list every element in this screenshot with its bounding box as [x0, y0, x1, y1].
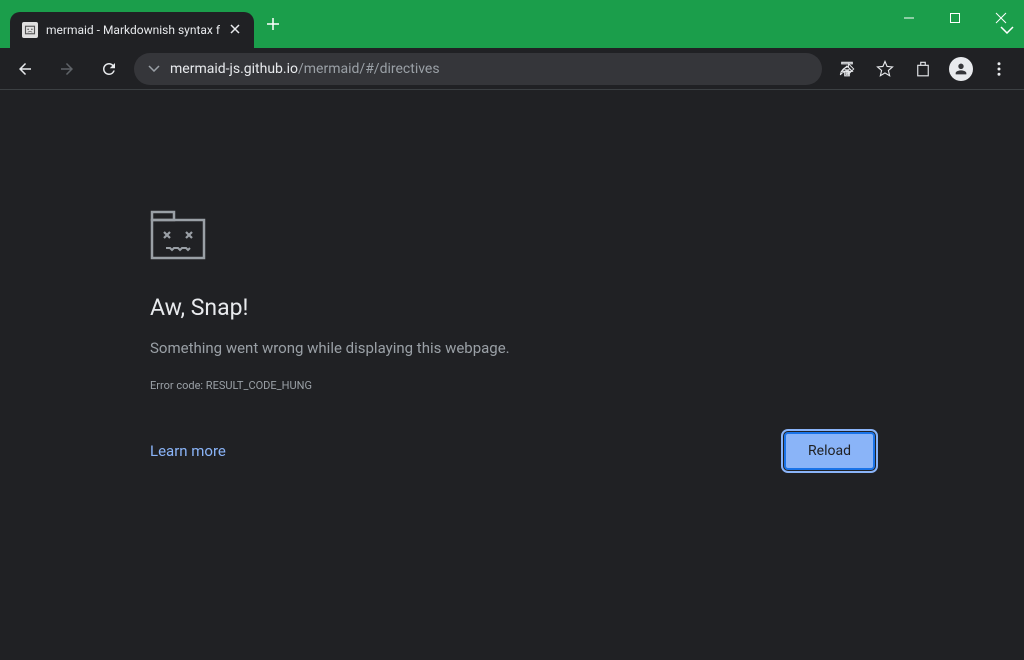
learn-more-link[interactable]: Learn more — [150, 442, 226, 460]
close-tab-icon[interactable] — [228, 20, 242, 40]
avatar-icon — [949, 57, 973, 81]
new-tab-button[interactable] — [254, 7, 292, 44]
sad-folder-icon — [150, 210, 1024, 264]
maximize-button[interactable] — [932, 0, 978, 36]
error-actions: Learn more Reload — [150, 432, 875, 470]
tab-title: mermaid - Markdownish syntax f — [46, 23, 220, 37]
window-controls — [886, 0, 1024, 36]
error-code: Error code: RESULT_CODE_HUNG — [150, 379, 1024, 392]
reload-button[interactable] — [92, 52, 126, 86]
bookmark-button[interactable] — [868, 52, 902, 86]
error-page-content: Aw, Snap! Something went wrong while dis… — [0, 90, 1024, 470]
forward-button[interactable] — [50, 52, 84, 86]
menu-button[interactable] — [982, 52, 1016, 86]
close-window-button[interactable] — [978, 0, 1024, 36]
address-bar[interactable]: mermaid-js.github.io/mermaid/#/directive… — [134, 53, 822, 85]
profile-button[interactable] — [944, 52, 978, 86]
error-message: Something went wrong while displaying th… — [150, 339, 1024, 357]
back-button[interactable] — [8, 52, 42, 86]
error-title: Aw, Snap! — [150, 294, 1024, 321]
minimize-button[interactable] — [886, 0, 932, 36]
site-info-chevron-icon[interactable] — [148, 65, 160, 72]
titlebar: mermaid - Markdownish syntax f — [0, 0, 1024, 48]
browser-toolbar: mermaid-js.github.io/mermaid/#/directive… — [0, 48, 1024, 90]
url-text: mermaid-js.github.io/mermaid/#/directive… — [170, 61, 440, 77]
reload-page-button[interactable]: Reload — [784, 432, 875, 470]
share-button[interactable] — [830, 52, 864, 86]
sad-tab-icon — [22, 22, 38, 38]
browser-tab[interactable]: mermaid - Markdownish syntax f — [10, 12, 254, 48]
extensions-button[interactable] — [906, 52, 940, 86]
toolbar-actions — [830, 52, 1016, 86]
